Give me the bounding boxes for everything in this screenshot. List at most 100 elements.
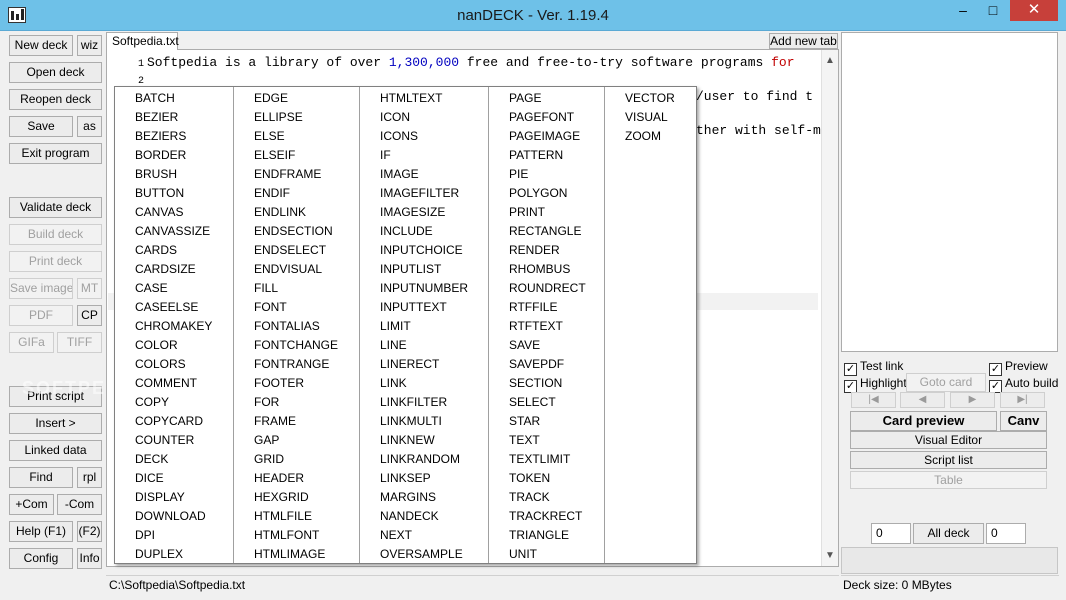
editor-scrollbar[interactable]: ▲ ▼ <box>821 50 838 566</box>
keyword-item[interactable]: DUPLEX <box>135 545 183 564</box>
keyword-item[interactable]: ELSEIF <box>254 146 295 165</box>
replace-button[interactable]: rpl <box>77 467 102 488</box>
keyword-item[interactable]: TRACK <box>509 488 550 507</box>
help-button[interactable]: Help (F1) <box>9 521 73 542</box>
keyword-item[interactable]: LINKRANDOM <box>380 450 460 469</box>
keyword-item[interactable]: INPUTTEXT <box>380 298 447 317</box>
print-deck-button[interactable]: Print deck <box>9 251 102 272</box>
keyword-item[interactable]: BEZIERS <box>135 127 186 146</box>
keyword-item[interactable]: PAGEIMAGE <box>509 127 580 146</box>
keyword-item[interactable]: CANVAS <box>135 203 183 222</box>
keyword-item[interactable]: ENDLINK <box>254 203 306 222</box>
keyword-item[interactable]: HTMLFONT <box>254 526 319 545</box>
keyword-item[interactable]: SAVEPDF <box>509 355 564 374</box>
keyword-item[interactable]: RHOMBUS <box>509 260 570 279</box>
gif-animation-button[interactable]: GIFa <box>9 332 54 353</box>
keyword-item[interactable]: CARDSIZE <box>135 260 196 279</box>
keyword-item[interactable]: NEXT <box>380 526 412 545</box>
keyword-item[interactable]: DOWNLOAD <box>135 507 206 526</box>
keyword-item[interactable]: IMAGE <box>380 165 419 184</box>
test-link-checkbox[interactable]: ✓ Test link <box>844 358 903 376</box>
keyword-item[interactable]: FONTCHANGE <box>254 336 338 355</box>
keyword-item[interactable]: ENDSELECT <box>254 241 326 260</box>
linked-data-button[interactable]: Linked data <box>9 440 102 461</box>
keyword-item[interactable]: UNIT <box>509 545 537 564</box>
keyword-item[interactable]: CARDS <box>135 241 177 260</box>
keyword-item[interactable]: LINKNEW <box>380 431 435 450</box>
keyword-autocomplete-popup[interactable]: BATCH BEZIER BEZIERS BORDER BRUSH BUTTON CANVA… <box>114 86 697 564</box>
keyword-item[interactable]: ZOOM <box>625 127 661 146</box>
keyword-item[interactable]: RTFTEXT <box>509 317 563 336</box>
keyword-item[interactable]: NANDECK <box>380 507 439 526</box>
first-card-icon[interactable]: |◀ <box>851 392 896 408</box>
keyword-item[interactable]: RENDER <box>509 241 560 260</box>
keyword-item[interactable]: LIMIT <box>380 317 411 336</box>
save-as-button[interactable]: as <box>77 116 102 137</box>
keyword-item[interactable]: TRIANGLE <box>509 526 569 545</box>
keyword-item[interactable]: DECK <box>135 450 168 469</box>
last-card-icon[interactable]: ▶| <box>1000 392 1045 408</box>
highlight-checkbox[interactable]: ✓ Highlight <box>844 375 907 393</box>
keyword-item[interactable]: TRACKRECT <box>509 507 582 526</box>
keyword-item[interactable]: TEXT <box>509 431 540 450</box>
keyword-item[interactable]: OVERSAMPLE <box>380 545 463 564</box>
keyword-item[interactable]: FRAME <box>254 412 296 431</box>
card-preview-button[interactable]: Card preview <box>850 411 997 431</box>
scroll-down-icon[interactable]: ▼ <box>822 547 838 564</box>
validate-deck-button[interactable]: Validate deck <box>9 197 102 218</box>
tiff-button[interactable]: TIFF <box>57 332 102 353</box>
keyword-item[interactable]: COUNTER <box>135 431 194 450</box>
keyword-item[interactable]: SELECT <box>509 393 556 412</box>
cp-button[interactable]: CP <box>77 305 102 326</box>
keyword-item[interactable]: FONTALIAS <box>254 317 320 336</box>
keyword-item[interactable]: COLORS <box>135 355 186 374</box>
remove-comment-button[interactable]: -Com <box>57 494 102 515</box>
canvas-button[interactable]: Canv <box>1000 411 1047 431</box>
goto-card-button[interactable]: Goto card <box>906 373 986 392</box>
keyword-item[interactable]: LINE <box>380 336 407 355</box>
save-images-button[interactable]: Save images <box>9 278 73 299</box>
card-preview-area[interactable] <box>841 32 1058 352</box>
keyword-item[interactable]: FILL <box>254 279 278 298</box>
keyword-item[interactable]: DPI <box>135 526 155 545</box>
keyword-item[interactable]: BORDER <box>135 146 186 165</box>
keyword-item[interactable]: ICONS <box>380 127 418 146</box>
keyword-item[interactable]: FONT <box>254 298 287 317</box>
keyword-item[interactable]: MARGINS <box>380 488 436 507</box>
keyword-item[interactable]: RTFFILE <box>509 298 557 317</box>
keyword-item[interactable]: BUTTON <box>135 184 184 203</box>
pdf-button[interactable]: PDF <box>9 305 73 326</box>
keyword-item[interactable]: BRUSH <box>135 165 177 184</box>
keyword-item[interactable]: VECTOR <box>625 89 675 108</box>
keyword-item[interactable]: PIE <box>509 165 528 184</box>
keyword-item[interactable]: HEADER <box>254 469 304 488</box>
keyword-item[interactable]: IF <box>380 146 391 165</box>
keyword-item[interactable]: EDGE <box>254 89 288 108</box>
keyword-item[interactable]: HTMLIMAGE <box>254 545 325 564</box>
tab-softpedia[interactable]: Softpedia.txt <box>106 32 179 50</box>
keyword-item[interactable]: LINKSEP <box>380 469 431 488</box>
exit-program-button[interactable]: Exit program <box>9 143 102 164</box>
keyword-item[interactable]: STAR <box>509 412 540 431</box>
keyword-item[interactable]: PAGEFONT <box>509 108 574 127</box>
new-deck-button[interactable]: New deck <box>9 35 73 56</box>
keyword-item[interactable]: ELLIPSE <box>254 108 303 127</box>
keyword-item[interactable]: INPUTCHOICE <box>380 241 463 260</box>
minimize-button[interactable]: – <box>949 0 977 21</box>
all-deck-button[interactable]: All deck <box>913 523 984 544</box>
range-to-field[interactable]: 0 <box>986 523 1026 544</box>
keyword-item[interactable]: DICE <box>135 469 164 488</box>
range-from-field[interactable]: 0 <box>871 523 911 544</box>
keyword-item[interactable]: ENDVISUAL <box>254 260 322 279</box>
previous-card-icon[interactable]: ◀ <box>900 392 945 408</box>
keyword-item[interactable]: PAGE <box>509 89 541 108</box>
insert-button[interactable]: Insert > <box>9 413 102 434</box>
keyword-item[interactable]: PRINT <box>509 203 545 222</box>
open-deck-button[interactable]: Open deck <box>9 62 102 83</box>
keyword-item[interactable]: CHROMAKEY <box>135 317 212 336</box>
save-button[interactable]: Save <box>9 116 73 137</box>
keyword-item[interactable]: BEZIER <box>135 108 178 127</box>
info-button[interactable]: Info <box>77 548 102 569</box>
build-deck-button[interactable]: Build deck <box>9 224 102 245</box>
keyword-item[interactable]: COPY <box>135 393 169 412</box>
